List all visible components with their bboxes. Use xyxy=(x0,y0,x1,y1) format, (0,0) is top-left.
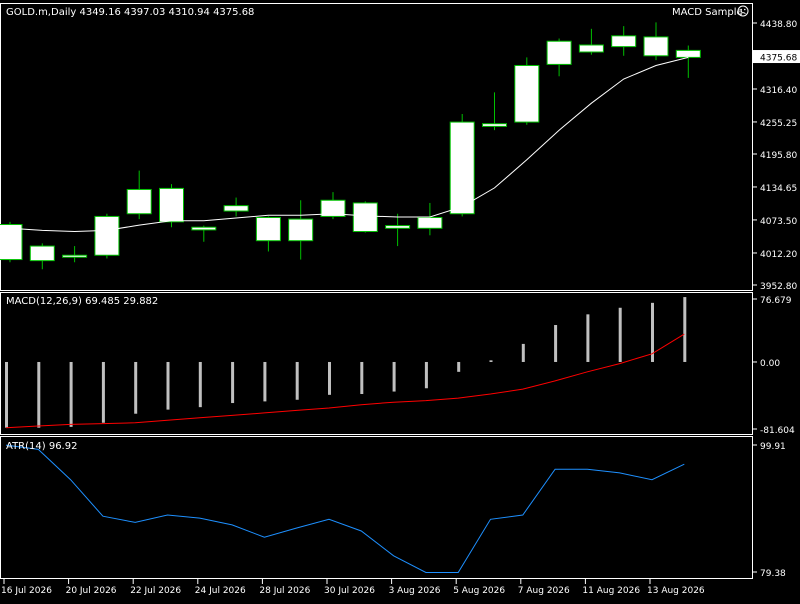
macd-tick-label: 76.679 xyxy=(760,296,792,306)
candle-body[interactable] xyxy=(611,35,637,48)
candle-body[interactable] xyxy=(29,245,55,262)
candle-body[interactable] xyxy=(191,226,217,231)
atr-title: ATR(14) 96.92 xyxy=(6,441,77,452)
macd-histogram-bar[interactable] xyxy=(69,361,73,427)
atr-tick-label: 99.91 xyxy=(760,442,786,452)
macd-histogram-bar[interactable] xyxy=(489,360,493,362)
date-tick-label: 24 Jul 2026 xyxy=(195,586,246,596)
macd-histogram-bar[interactable] xyxy=(328,361,331,395)
date-tick-label: 11 Aug 2026 xyxy=(582,586,640,596)
macd-histogram-bar[interactable] xyxy=(295,361,299,400)
candle-body[interactable] xyxy=(255,217,281,242)
macd-histogram-bar[interactable] xyxy=(37,361,41,428)
candle-body[interactable] xyxy=(288,218,314,242)
macd-histogram-bar[interactable] xyxy=(101,361,105,423)
macd-histogram-bar[interactable] xyxy=(5,361,8,428)
candle-body[interactable] xyxy=(385,225,411,229)
macd-histogram-bar[interactable] xyxy=(683,297,687,362)
price-tick-label: 4012.20 xyxy=(760,250,797,260)
candle-body[interactable] xyxy=(546,40,572,65)
candle-body[interactable] xyxy=(449,121,475,215)
date-tick-label: 7 Aug 2026 xyxy=(518,586,570,596)
price-axis: 4438.804377.654316.404255.254195.804134.… xyxy=(752,20,800,292)
candle-body[interactable] xyxy=(0,224,23,261)
candle-body[interactable] xyxy=(94,215,120,256)
candle-body[interactable] xyxy=(62,254,88,258)
expert-name[interactable]: MACD Sample xyxy=(672,7,743,18)
trading-chart[interactable]: 4438.804377.654316.404255.254195.804134.… xyxy=(0,0,800,600)
candle-body[interactable] xyxy=(482,123,507,127)
macd-title: MACD(12,26,9) 69.485 29.882 xyxy=(6,296,158,307)
macd-histogram-bar[interactable] xyxy=(521,343,525,362)
macd-histogram-bar[interactable] xyxy=(586,314,590,362)
current-price-label: 4375.68 xyxy=(760,54,797,64)
macd-histogram-bar[interactable] xyxy=(424,361,428,389)
candle-body[interactable] xyxy=(643,36,669,57)
date-tick-label: 20 Jul 2026 xyxy=(66,586,117,596)
macd-histogram-bar[interactable] xyxy=(263,361,267,402)
macd-histogram-bar[interactable] xyxy=(134,361,138,414)
candle-body[interactable] xyxy=(126,188,152,215)
date-tick-label: 3 Aug 2026 xyxy=(389,586,441,596)
price-tick-label: 4073.50 xyxy=(760,217,797,227)
price-tick-label: 4316.40 xyxy=(760,86,797,96)
price-tick-label: 3952.80 xyxy=(760,282,797,292)
date-tick-label: 13 Aug 2026 xyxy=(647,586,705,596)
date-tick-label: 22 Jul 2026 xyxy=(130,586,181,596)
macd-tick-label: 0.00 xyxy=(760,359,780,369)
macd-histogram-bar[interactable] xyxy=(166,361,170,410)
price-tick-label: 4255.25 xyxy=(760,119,797,129)
date-tick-label: 30 Jul 2026 xyxy=(324,586,375,596)
macd-histogram-bar[interactable] xyxy=(618,307,622,362)
candle-body[interactable] xyxy=(578,44,604,53)
candle-body[interactable] xyxy=(514,64,540,123)
candle-body[interactable] xyxy=(675,49,701,58)
date-tick-label: 5 Aug 2026 xyxy=(453,586,505,596)
atr-tick-label: 79.38 xyxy=(760,569,786,579)
price-tick-label: 4134.65 xyxy=(760,184,797,194)
date-tick-label: 16 Jul 2026 xyxy=(1,586,52,596)
candle-body[interactable] xyxy=(352,202,378,233)
macd-histogram-bar[interactable] xyxy=(392,361,396,392)
candle-body[interactable] xyxy=(223,205,249,212)
macd-histogram-bar[interactable] xyxy=(554,325,558,362)
price-tick-label: 4438.80 xyxy=(760,20,797,30)
price-tick-label: 4195.80 xyxy=(760,151,797,161)
symbol-info: GOLD.m,Daily 4349.16 4397.03 4310.94 437… xyxy=(6,7,254,18)
candle-body[interactable] xyxy=(159,187,184,223)
candle-body[interactable] xyxy=(417,217,443,229)
macd-histogram-bar[interactable] xyxy=(198,361,202,408)
macd-tick-label: -81.604 xyxy=(760,426,795,436)
date-tick-label: 28 Jul 2026 xyxy=(259,586,310,596)
macd-histogram-bar[interactable] xyxy=(457,361,461,372)
macd-histogram-bar[interactable] xyxy=(231,361,235,404)
macd-histogram-bar[interactable] xyxy=(360,361,364,395)
